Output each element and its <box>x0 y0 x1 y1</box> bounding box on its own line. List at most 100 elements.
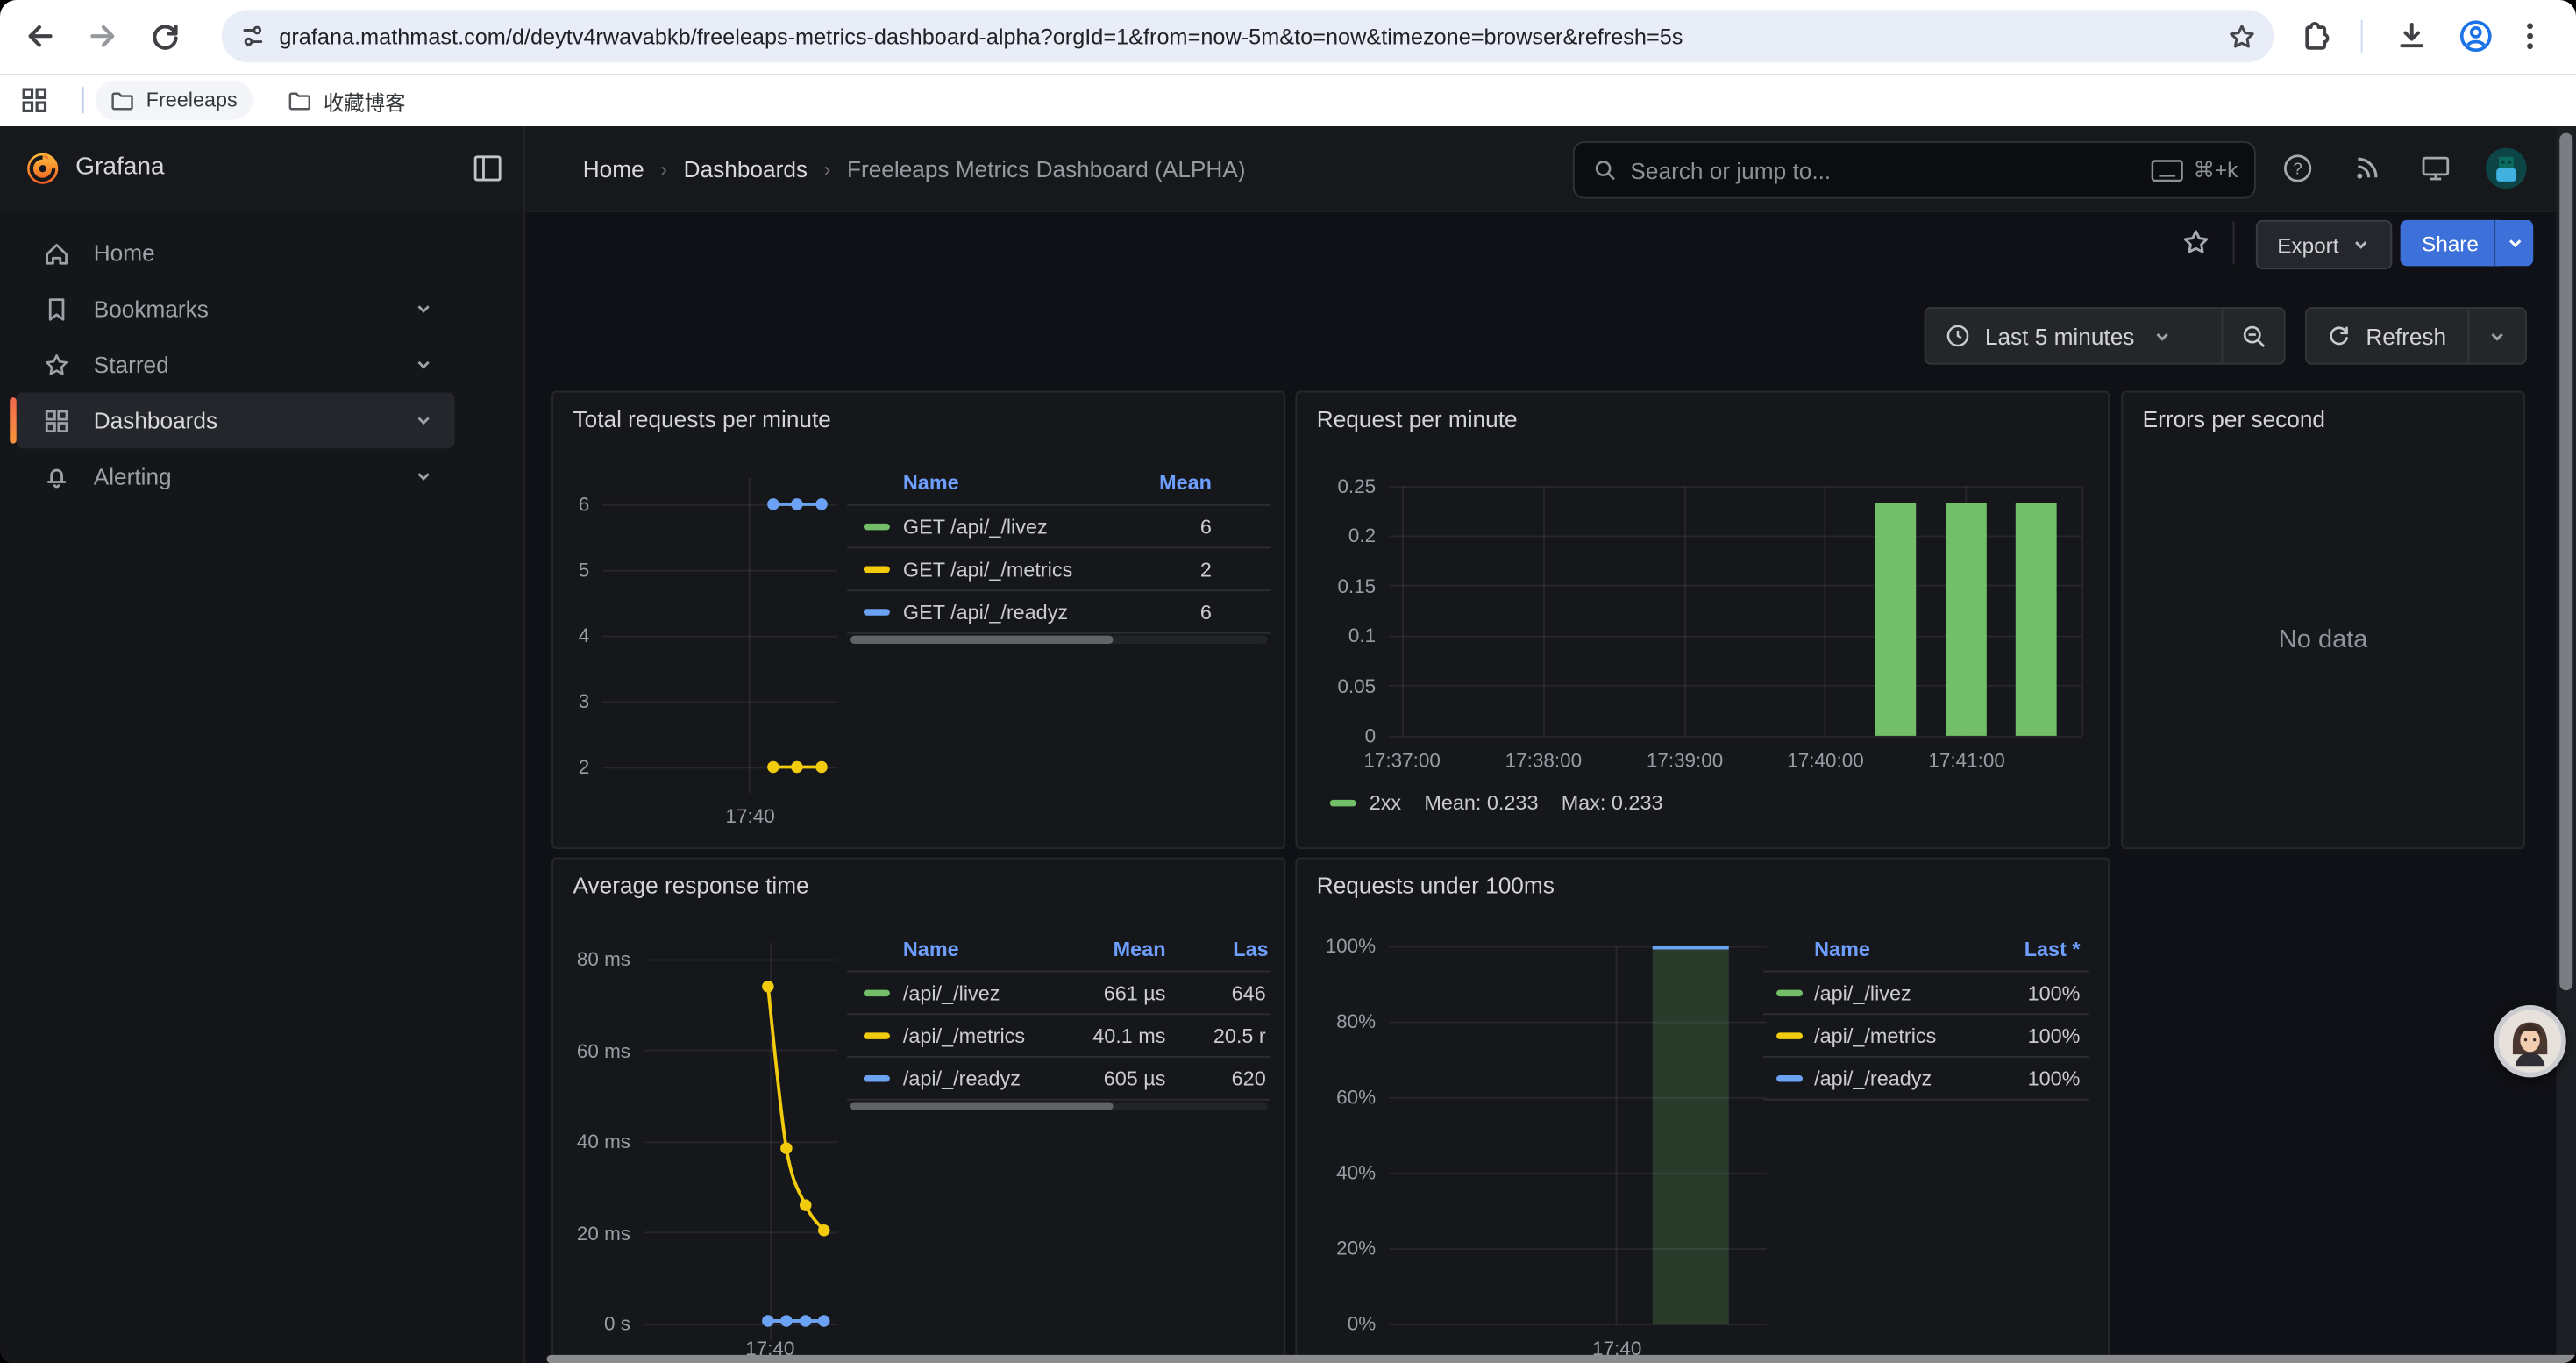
panel-requests-under-100ms[interactable]: Requests under 100ms 100%80%60%40%20%0%1… <box>1295 857 2110 1363</box>
share-button[interactable]: Share <box>2401 220 2501 266</box>
chart-canvas[interactable] <box>602 504 837 767</box>
page-scrollbar-thumb[interactable] <box>2559 133 2572 990</box>
y-axis-tick-label: 60% <box>1300 1086 1376 1109</box>
legend[interactable]: 2xx Mean: 0.233 Max: 0.233 <box>1330 792 1686 815</box>
monitor-icon[interactable] <box>2420 153 2451 184</box>
y-axis-tick-label: 0.05 <box>1300 674 1376 697</box>
legend-table[interactable]: NameMeanGET /api/_/livez6GET /api/_/metr… <box>847 461 1270 634</box>
time-range-picker[interactable]: Last 5 minutes <box>1925 309 2221 363</box>
breadcrumb-home[interactable]: Home <box>583 155 644 182</box>
sidebar-item-alerting[interactable]: Alerting <box>17 448 455 504</box>
chart-canvas[interactable] <box>1389 486 2081 736</box>
legend-column-header[interactable]: Mean <box>1114 938 1166 960</box>
sidebar-toggle-icon[interactable] <box>473 154 502 182</box>
panel-title[interactable]: Total requests per minute <box>573 406 831 432</box>
legend-series-name: GET /api/_/metrics <box>903 558 1072 581</box>
data-point <box>791 498 802 510</box>
series-color-pill <box>864 566 890 573</box>
legend-row[interactable]: GET /api/_/metrics2 <box>847 548 1270 591</box>
panel-average-response-time[interactable]: Average response time 80 ms60 ms40 ms20 … <box>551 857 1285 1363</box>
search-input[interactable]: Search or jump to... ⌘+k <box>1573 141 2256 199</box>
data-point <box>762 981 773 992</box>
y-axis-tick-label: 0.2 <box>1300 525 1376 547</box>
legend-row[interactable]: /api/_/readyz100% <box>1763 1058 2089 1101</box>
grafana-app: Grafana Home › Dashboards › Freeleaps Me… <box>0 126 2576 1363</box>
sidebar-item-bookmarks[interactable]: Bookmarks <box>17 281 455 337</box>
breadcrumb-dashboards[interactable]: Dashboards <box>684 155 808 182</box>
zoom-out-button[interactable] <box>2223 309 2283 363</box>
home-icon <box>43 239 71 267</box>
area-fill <box>1653 946 1729 1324</box>
data-point <box>767 498 779 510</box>
site-settings-icon[interactable] <box>238 21 268 51</box>
legend-table[interactable]: Name Last * /api/_/livez100%/api/_/metrics… <box>1763 928 2089 1101</box>
series-color-pill <box>864 989 890 996</box>
toolbar-divider <box>2361 19 2363 52</box>
legend-row[interactable]: /api/_/livez661 µs646 <box>847 973 1270 1016</box>
bookmark-folder-freeleaps[interactable]: Freeleaps <box>96 81 253 120</box>
user-avatar[interactable] <box>2486 148 2527 189</box>
legend-column-header[interactable]: Last * <box>2025 938 2081 960</box>
data-point <box>815 761 827 773</box>
rss-icon[interactable] <box>2351 153 2382 184</box>
panel-request-per-minute[interactable]: Request per minute 2xx Mean: 0.233 Max: … <box>1295 391 2110 849</box>
legend-row[interactable]: /api/_/metrics100% <box>1763 1015 2089 1058</box>
legend-scrollbar-thumb[interactable] <box>850 1102 1114 1110</box>
url-text[interactable]: grafana.mathmast.com/d/deytv4rwavabkb/fr… <box>279 24 2226 48</box>
y-axis-tick-label: 5 <box>551 559 589 582</box>
panel-errors-per-second[interactable]: Errors per second No data <box>2121 391 2525 849</box>
legend-table[interactable]: Name Mean Las/api/_/livez661 µs646/api/_/m… <box>847 928 1270 1101</box>
bookmark-folder-blogs[interactable]: 收藏博客 <box>273 81 421 120</box>
panel-title[interactable]: Request per minute <box>1317 406 1518 432</box>
panel-title[interactable]: Requests under 100ms <box>1317 872 1555 898</box>
reload-button-icon[interactable] <box>148 18 184 54</box>
extension-avatar-overlay[interactable] <box>2494 1005 2565 1077</box>
series-color-pill <box>864 1074 890 1081</box>
sidebar-item-home[interactable]: Home <box>17 225 455 282</box>
legend-series-name[interactable]: 2xx <box>1370 792 1401 815</box>
panel-title[interactable]: Average response time <box>573 872 809 898</box>
horizontal-scrollbar[interactable] <box>547 1355 2576 1363</box>
y-axis-tick-label: 0.15 <box>1300 574 1376 597</box>
help-icon[interactable]: ? <box>2282 153 2314 184</box>
chart-canvas[interactable] <box>644 960 837 1324</box>
profile-icon[interactable] <box>2458 18 2494 54</box>
refresh-interval-button[interactable] <box>2469 309 2525 363</box>
bookmark-star-icon[interactable] <box>2226 20 2258 52</box>
legend-column-header[interactable]: Name <box>903 471 959 494</box>
series-color-pill <box>1776 1031 1803 1038</box>
sidebar-item-starred[interactable]: Starred <box>17 337 455 393</box>
panel-total-requests-per-minute[interactable]: Total requests per minute 6543217:40Name… <box>551 391 1285 849</box>
legend-header-row: Name Mean Las <box>847 928 1270 973</box>
legend-column-header[interactable]: Name <box>903 938 959 960</box>
chart-canvas[interactable] <box>1389 946 1767 1324</box>
legend-row[interactable]: GET /api/_/livez6 <box>847 506 1270 549</box>
url-bar[interactable]: grafana.mathmast.com/d/deytv4rwavabkb/fr… <box>222 10 2274 62</box>
y-axis-tick-label: 4 <box>551 624 589 647</box>
bar <box>1946 503 1987 736</box>
legend-row[interactable]: /api/_/livez100% <box>1763 973 2089 1016</box>
browser-menu-icon[interactable] <box>2512 18 2548 54</box>
panel-title[interactable]: Errors per second <box>2143 406 2325 432</box>
legend-column-header[interactable]: Mean <box>1159 471 1212 494</box>
extensions-icon[interactable] <box>2299 18 2335 54</box>
data-point <box>791 761 802 773</box>
refresh-button[interactable]: Refresh <box>2307 309 2468 363</box>
legend-column-header[interactable]: Las <box>1233 938 1268 960</box>
chevron-down-icon <box>412 465 435 488</box>
downloads-icon[interactable] <box>2394 18 2430 54</box>
share-menu-button[interactable] <box>2494 220 2533 266</box>
back-button-icon[interactable] <box>21 18 57 54</box>
legend-column-header[interactable]: Name <box>1814 938 1870 960</box>
apps-grid-icon[interactable] <box>19 85 49 115</box>
forward-button-icon[interactable] <box>85 18 121 54</box>
legend-scrollbar-thumb[interactable] <box>850 636 1114 644</box>
y-axis-tick-label: 80% <box>1300 1010 1376 1033</box>
export-button[interactable]: Export <box>2256 220 2392 269</box>
legend-row[interactable]: /api/_/readyz605 µs620 <box>847 1058 1270 1101</box>
sidebar-item-dashboards[interactable]: Dashboards <box>17 393 455 449</box>
favorite-star-icon[interactable] <box>2181 226 2212 258</box>
legend-row[interactable]: GET /api/_/readyz6 <box>847 591 1270 634</box>
legend-row[interactable]: /api/_/metrics40.1 ms20.5 r <box>847 1015 1270 1058</box>
legend-series-name: /api/_/livez <box>1814 981 1911 1004</box>
